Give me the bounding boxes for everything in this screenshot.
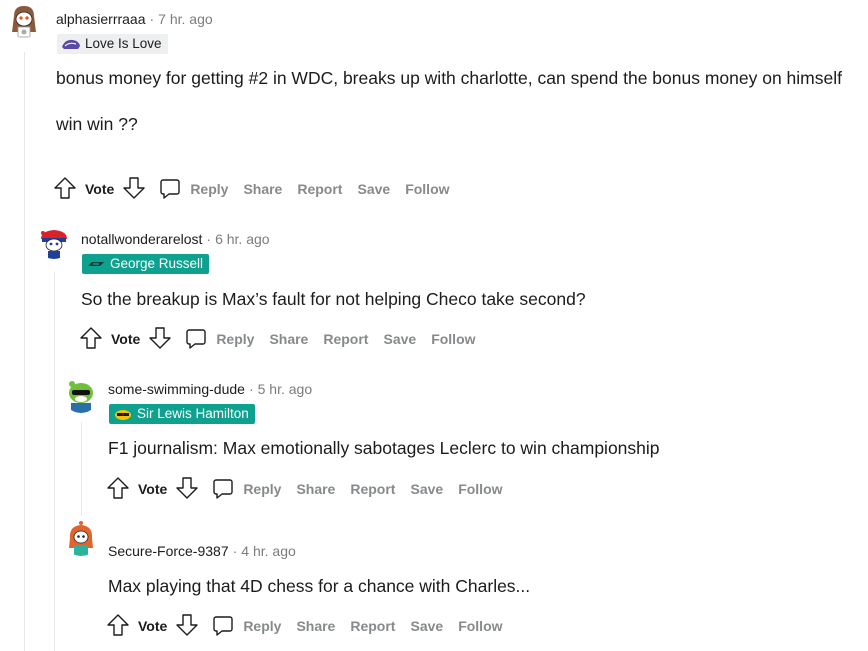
comment-body: So the breakup is Max’s fault for not he… (81, 287, 841, 311)
flair-icon (113, 407, 133, 421)
reply-icon (213, 616, 234, 636)
vote-count: Vote (138, 481, 168, 497)
avatar[interactable] (36, 223, 72, 259)
share-button[interactable]: Share (269, 331, 308, 347)
comment-body: F1 journalism: Max emotionally sabotages… (108, 436, 848, 460)
upvote-icon[interactable] (53, 176, 77, 203)
upvote-icon[interactable] (79, 326, 103, 353)
share-button[interactable]: Share (243, 181, 282, 197)
share-button[interactable]: Share (296, 481, 335, 497)
thread-line[interactable] (54, 272, 55, 651)
comment-paragraph: F1 journalism: Max emotionally sabotages… (108, 438, 660, 458)
follow-button[interactable]: Follow (405, 181, 449, 197)
reply-icon (160, 179, 181, 199)
user-flair: Love Is Love (57, 34, 168, 54)
downvote-icon[interactable] (148, 326, 172, 353)
flair-icon (61, 37, 81, 51)
save-button[interactable]: Save (357, 181, 390, 197)
vote-count: Vote (138, 618, 168, 634)
upvote-icon[interactable] (106, 613, 130, 640)
save-button[interactable]: Save (410, 481, 443, 497)
save-button[interactable]: Save (410, 618, 443, 634)
username[interactable]: notallwonderarelost (81, 231, 202, 247)
vote-group: Vote (53, 176, 146, 203)
avatar[interactable] (63, 520, 99, 556)
flair-icon (86, 257, 106, 271)
comment-actions: Vote Reply Share Report Save Follow (79, 325, 476, 353)
reply-button[interactable]: Reply (211, 477, 281, 501)
avatar[interactable] (6, 2, 42, 38)
vote-group: Vote (106, 476, 199, 503)
comment-actions: Vote Reply Share Report Save Follow (106, 612, 503, 640)
comment-actions: Vote Reply Share Report Save Follow (53, 175, 450, 203)
vote-count: Vote (111, 331, 141, 347)
vote-count: Vote (85, 181, 115, 197)
comment-body: Max playing that 4D chess for a chance w… (108, 574, 848, 598)
comment-meta: Secure-Force-9387 · 4 hr. ago (108, 542, 296, 560)
reply-label: Reply (243, 618, 282, 634)
comment-paragraph: So the breakup is Max’s fault for not he… (81, 289, 586, 309)
comment-body: bonus money for getting #2 in WDC, break… (56, 66, 846, 136)
timestamp[interactable]: 7 hr. ago (158, 11, 213, 27)
separator-dot: · (149, 11, 155, 27)
reply-button[interactable]: Reply (158, 177, 228, 201)
follow-button[interactable]: Follow (458, 481, 502, 497)
username[interactable]: alphasierrraaa (56, 11, 146, 27)
comment-actions: Vote Reply Share Report Save Follow (106, 475, 503, 503)
reply-icon (213, 479, 234, 499)
comment-paragraph: win win ?? (56, 114, 138, 134)
timestamp[interactable]: 6 hr. ago (215, 231, 270, 247)
comment-paragraph: bonus money for getting #2 in WDC, break… (56, 68, 842, 88)
flair-text: Love Is Love (85, 36, 162, 51)
vote-group: Vote (79, 326, 172, 353)
reply-icon (186, 329, 207, 349)
share-button[interactable]: Share (296, 618, 335, 634)
vote-group: Vote (106, 613, 199, 640)
reply-button[interactable]: Reply (211, 614, 281, 638)
reply-label: Reply (190, 181, 229, 197)
timestamp[interactable]: 5 hr. ago (258, 381, 313, 397)
downvote-icon[interactable] (122, 176, 146, 203)
downvote-icon[interactable] (175, 476, 199, 503)
comment-paragraph: Max playing that 4D chess for a chance w… (108, 576, 531, 596)
follow-button[interactable]: Follow (458, 618, 502, 634)
report-button[interactable]: Report (350, 481, 395, 497)
avatar[interactable] (63, 377, 99, 413)
flair-text: Sir Lewis Hamilton (137, 406, 249, 421)
comment-meta: some-swimming-dude · 5 hr. ago (108, 380, 312, 398)
username[interactable]: some-swimming-dude (108, 381, 245, 397)
username[interactable]: Secure-Force-9387 (108, 543, 229, 559)
reply-button[interactable]: Reply (184, 327, 254, 351)
separator-dot: · (232, 543, 238, 559)
save-button[interactable]: Save (383, 331, 416, 347)
comment-meta: notallwonderarelost · 6 hr. ago (81, 230, 270, 248)
comment-meta: alphasierrraaa · 7 hr. ago (56, 10, 213, 28)
user-flair: Sir Lewis Hamilton (109, 404, 255, 424)
timestamp[interactable]: 4 hr. ago (241, 543, 296, 559)
reply-label: Reply (243, 481, 282, 497)
thread-line[interactable] (24, 52, 25, 651)
report-button[interactable]: Report (297, 181, 342, 197)
report-button[interactable]: Report (350, 618, 395, 634)
thread-line[interactable] (81, 422, 82, 516)
separator-dot: · (248, 381, 254, 397)
upvote-icon[interactable] (106, 476, 130, 503)
user-flair: George Russell (82, 254, 210, 274)
flair-text: George Russell (110, 256, 204, 271)
downvote-icon[interactable] (175, 613, 199, 640)
report-button[interactable]: Report (323, 331, 368, 347)
reply-label: Reply (216, 331, 255, 347)
separator-dot: · (206, 231, 212, 247)
follow-button[interactable]: Follow (431, 331, 475, 347)
